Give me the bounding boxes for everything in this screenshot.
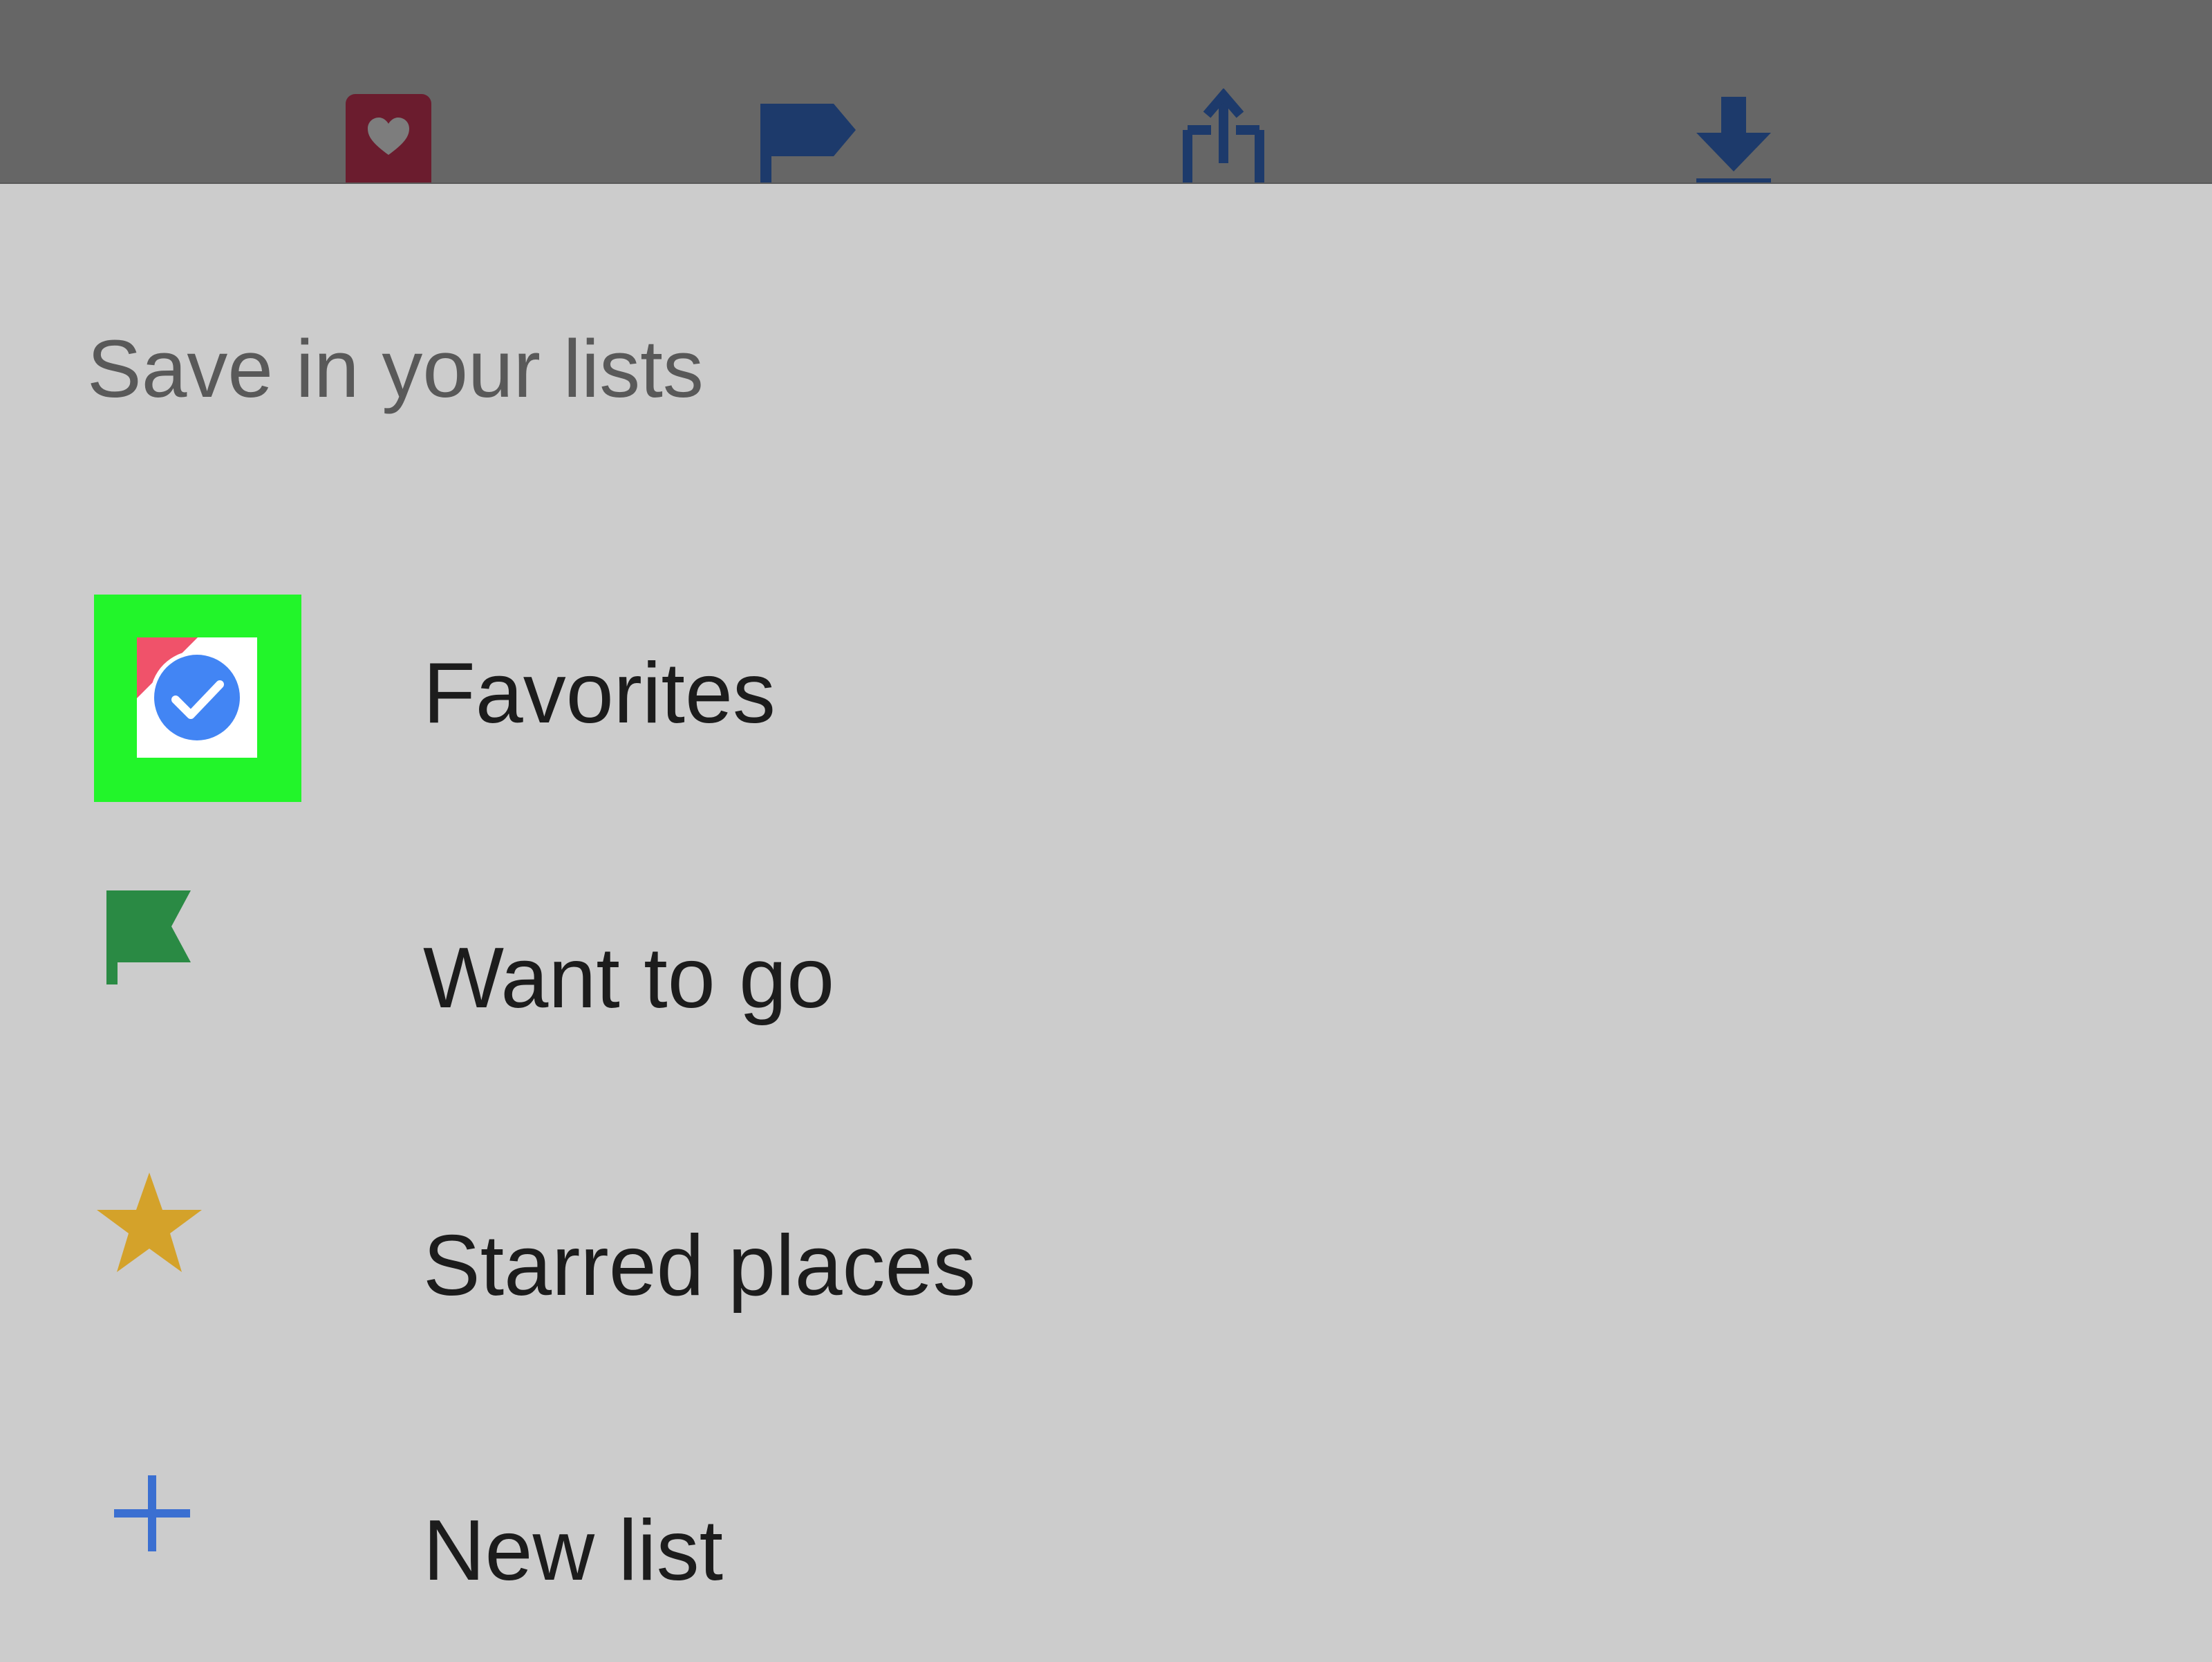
check-circle-icon	[137, 637, 244, 745]
share-button[interactable]	[1168, 88, 1279, 183]
new-list-icon-wrap	[94, 1455, 301, 1662]
list-item-starred-places[interactable]: Starred places	[0, 1168, 2212, 1376]
list-item-want-to-go[interactable]: Want to go	[0, 882, 2212, 1090]
plus-icon	[114, 1475, 190, 1551]
share-icon	[1183, 88, 1264, 183]
flag-icon	[106, 890, 191, 984]
starred-icon-wrap	[94, 1168, 301, 1376]
sheet-title: Save in your lists	[87, 324, 704, 415]
download-icon	[1696, 97, 1771, 183]
favorites-checkbox[interactable]	[94, 595, 301, 802]
save-heart-button[interactable]	[332, 88, 442, 183]
save-to-lists-sheet: Save in your lists Favorites Want to go	[0, 184, 2212, 1659]
flag-button[interactable]	[751, 88, 861, 183]
flag-icon	[760, 104, 856, 183]
list-item-favorites[interactable]: Favorites	[0, 595, 2212, 802]
list-label: Starred places	[423, 1218, 976, 1314]
list-label: Want to go	[423, 931, 835, 1026]
download-button[interactable]	[1678, 88, 1789, 183]
list-label: New list	[423, 1503, 724, 1598]
list-item-new-list[interactable]: New list	[0, 1455, 2212, 1662]
favorites-check-tile	[137, 637, 257, 758]
top-action-bar	[0, 0, 2212, 184]
star-icon	[97, 1173, 202, 1272]
want-to-go-icon-wrap	[94, 882, 301, 1090]
heart-icon	[346, 94, 431, 183]
list-label: Favorites	[423, 646, 776, 741]
